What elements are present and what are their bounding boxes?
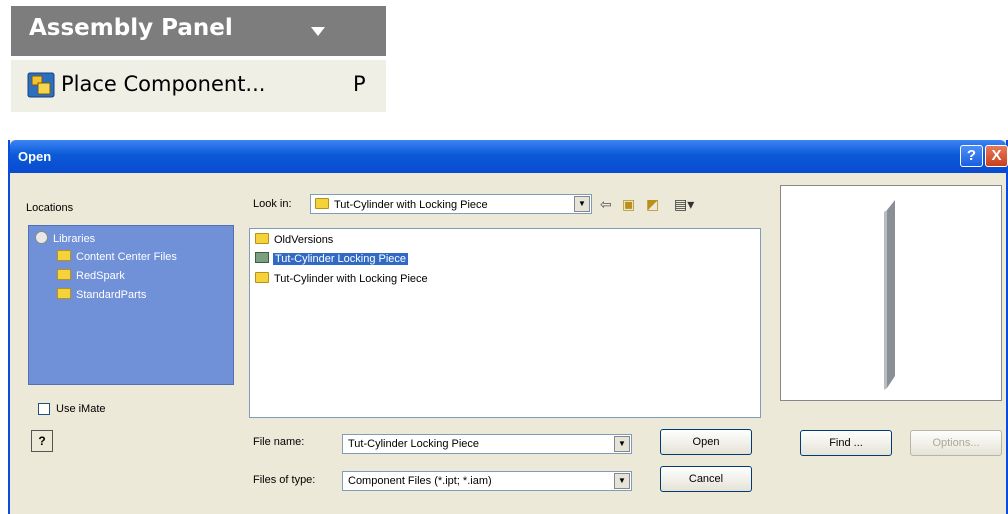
look-in-dropdown[interactable]: Tut-Cylinder with Locking Piece ▼ — [310, 194, 592, 214]
place-component-label: Place Component... — [61, 72, 266, 96]
look-in-label: Look in: — [253, 198, 292, 210]
open-dialog: Open ? X Locations Libraries Content Cen… — [8, 140, 1008, 514]
files-of-type-value: Component Files (*.ipt; *.iam) — [348, 475, 492, 487]
part-file-icon — [255, 252, 269, 263]
folder-icon — [57, 250, 71, 261]
list-item[interactable]: OldVersions — [255, 233, 333, 246]
location-content-center-files[interactable]: Content Center Files — [57, 250, 177, 263]
location-label: Libraries — [53, 233, 96, 245]
triangle-down-icon[interactable] — [311, 27, 325, 36]
new-folder-icon[interactable]: ◩ — [646, 196, 659, 213]
open-button[interactable]: Open — [660, 429, 752, 455]
use-imate-checkbox[interactable] — [38, 403, 50, 415]
find-button[interactable]: Find ... — [800, 430, 892, 456]
up-folder-icon[interactable]: ▣ — [622, 196, 635, 213]
location-redspark[interactable]: RedSpark — [57, 269, 125, 282]
look-in-value: Tut-Cylinder with Locking Piece — [334, 199, 488, 211]
files-of-type-label: Files of type: — [253, 474, 316, 486]
folder-icon — [57, 288, 71, 299]
file-name: Tut-Cylinder with Locking Piece — [274, 273, 428, 285]
titlebar-help-button[interactable]: ? — [960, 145, 983, 167]
preview-pane — [780, 185, 1002, 401]
dialog-title: Open — [18, 149, 52, 164]
place-component-menu-item[interactable]: Place Component... P — [11, 60, 386, 112]
part-preview-image — [884, 200, 895, 390]
chevron-down-icon[interactable]: ▼ — [614, 436, 630, 452]
list-item[interactable]: Tut-Cylinder with Locking Piece — [255, 272, 428, 285]
use-imate-label: Use iMate — [56, 403, 106, 415]
locations-label: Locations — [26, 202, 74, 214]
files-of-type-dropdown[interactable]: Component Files (*.ipt; *.iam) ▼ — [342, 471, 632, 491]
folder-icon — [255, 233, 269, 244]
dialog-titlebar[interactable]: Open ? X — [10, 140, 1008, 173]
help-button[interactable]: ? — [31, 430, 53, 452]
file-name: OldVersions — [274, 234, 334, 246]
file-name-input[interactable]: Tut-Cylinder Locking Piece ▼ — [342, 434, 632, 454]
options-button[interactable]: Options... — [910, 430, 1002, 456]
chevron-down-icon[interactable]: ▼ — [574, 196, 590, 212]
place-component-icon — [27, 72, 55, 98]
back-arrow-icon[interactable]: ⇦ — [600, 196, 612, 213]
locations-panel[interactable]: Libraries Content Center Files RedSpark … — [28, 225, 234, 385]
location-label: RedSpark — [76, 270, 125, 282]
location-label: Content Center Files — [76, 251, 177, 263]
chevron-down-icon[interactable]: ▼ — [614, 473, 630, 489]
folder-icon — [315, 198, 329, 209]
list-item-selected[interactable]: Tut-Cylinder Locking Piece — [255, 252, 409, 265]
file-name-value: Tut-Cylinder Locking Piece — [348, 438, 480, 450]
file-list[interactable]: OldVersions Tut-Cylinder Locking Piece T… — [249, 228, 761, 418]
location-libraries[interactable]: Libraries — [35, 231, 95, 245]
assembly-panel-title: Assembly Panel — [29, 15, 233, 41]
location-label: StandardParts — [76, 289, 147, 301]
library-icon — [35, 231, 48, 244]
close-icon[interactable]: X — [985, 145, 1008, 167]
file-name: Tut-Cylinder Locking Piece — [273, 253, 409, 265]
assembly-panel-header[interactable]: Assembly Panel — [11, 6, 386, 56]
location-standardparts[interactable]: StandardParts — [57, 288, 146, 301]
folder-icon — [255, 272, 269, 283]
view-menu-icon[interactable]: ▤▾ — [674, 196, 694, 213]
place-component-shortcut: P — [353, 72, 366, 96]
file-name-label: File name: — [253, 436, 305, 448]
folder-icon — [57, 269, 71, 280]
cancel-button[interactable]: Cancel — [660, 466, 752, 492]
